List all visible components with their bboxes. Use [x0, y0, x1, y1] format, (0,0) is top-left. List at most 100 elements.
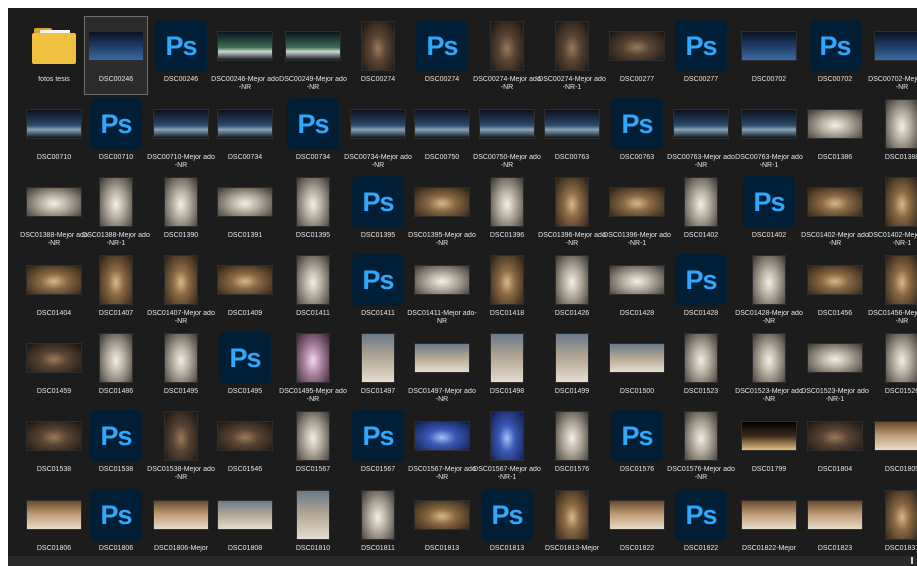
- photo-file-5-10[interactable]: DSC01576-Mejor ado-NR: [667, 406, 735, 485]
- photo-file-3-13[interactable]: DSC01456-Mejor ado-NR: [868, 250, 917, 329]
- photo-file-6-9[interactable]: DSC01822: [605, 485, 669, 564]
- photo-file-4-4[interactable]: DSC01495-Mejor ado-NR: [279, 328, 347, 407]
- photo-file-1-11[interactable]: DSC00763-Mejor ado-NR-1: [735, 94, 803, 173]
- photo-file-0-5[interactable]: DSC00274: [346, 16, 410, 95]
- psd-file-3-10[interactable]: Ps DSC01428: [669, 250, 733, 329]
- psd-file-5-5[interactable]: Ps DSC01567: [346, 406, 410, 485]
- photo-file-4-11[interactable]: DSC01523-Mejor ado-NR: [735, 328, 803, 407]
- psd-file-0-2[interactable]: Ps DSC00246: [149, 16, 213, 95]
- photo-file-4-13[interactable]: DSC01526: [870, 328, 917, 407]
- photo-file-6-12[interactable]: DSC01823: [803, 485, 867, 564]
- psd-file-2-5[interactable]: Ps DSC01395: [346, 172, 410, 251]
- photo-file-6-5[interactable]: DSC01811: [346, 485, 410, 564]
- photo-file-4-7[interactable]: DSC01498: [475, 328, 539, 407]
- photo-file-3-12[interactable]: DSC01456: [803, 250, 867, 329]
- photo-file-2-13[interactable]: DSC01402-Mejor ado-NR-1: [868, 172, 917, 251]
- psd-file-5-9[interactable]: Ps DSC01576: [605, 406, 669, 485]
- psd-file-3-5[interactable]: Ps DSC01411: [346, 250, 410, 329]
- photo-file-5-8[interactable]: DSC01576: [540, 406, 604, 485]
- photo-file-0-11[interactable]: DSC00702: [737, 16, 801, 95]
- photo-file-1-10[interactable]: DSC00763-Mejor ado-NR: [667, 94, 735, 173]
- photo-file-1-2[interactable]: DSC00710-Mejor ado-NR: [147, 94, 215, 173]
- photo-file-5-0[interactable]: DSC01538: [22, 406, 86, 485]
- psd-file-6-10[interactable]: Ps DSC01822: [669, 485, 733, 564]
- photo-file-6-3[interactable]: DSC01808: [213, 485, 277, 564]
- photo-file-2-10[interactable]: DSC01402: [669, 172, 733, 251]
- photo-file-5-6[interactable]: DSC01567-Mejor ado-NR: [408, 406, 476, 485]
- photo-file-5-4[interactable]: DSC01567: [281, 406, 345, 485]
- psd-file-0-6[interactable]: Ps DSC00274: [410, 16, 474, 95]
- psd-file-6-1[interactable]: Ps DSC01806: [84, 485, 148, 564]
- photo-file-2-4[interactable]: DSC01395: [281, 172, 345, 251]
- photo-file-3-7[interactable]: DSC01418: [475, 250, 539, 329]
- psd-file-2-11[interactable]: Ps DSC01402: [737, 172, 801, 251]
- photo-file-5-2[interactable]: DSC01538-Mejor ado-NR: [147, 406, 215, 485]
- photo-file-0-13[interactable]: DSC00702-Mejor ado-NR: [868, 16, 917, 95]
- psd-file-1-1[interactable]: Ps DSC00710: [84, 94, 148, 173]
- photo-file-4-0[interactable]: DSC01459: [22, 328, 86, 407]
- photo-file-5-13[interactable]: DSC01805: [870, 406, 917, 485]
- photo-file-3-4[interactable]: DSC01411: [281, 250, 345, 329]
- photo-file-6-11[interactable]: DSC01822-Mejor: [737, 485, 801, 564]
- photo-file-3-1[interactable]: DSC01407: [84, 250, 148, 329]
- photo-file-2-0[interactable]: DSC01388-Mejor ado-NR: [20, 172, 88, 251]
- photo-file-2-9[interactable]: DSC01396-Mejor ado-NR-1: [603, 172, 671, 251]
- photo-file-2-8[interactable]: DSC01396-Mejor ado-NR: [538, 172, 606, 251]
- psd-file-1-9[interactable]: Ps DSC00763: [605, 94, 669, 173]
- photo-file-0-8[interactable]: DSC00274-Mejor ado-NR-1: [538, 16, 606, 95]
- psd-file-0-10[interactable]: Ps DSC00277: [669, 16, 733, 95]
- photo-file-0-4[interactable]: DSC00249-Mejor ado-NR: [279, 16, 347, 95]
- photo-file-4-10[interactable]: DSC01523: [669, 328, 733, 407]
- photo-file-4-8[interactable]: DSC01499: [540, 328, 604, 407]
- psd-file-5-1[interactable]: Ps DSC01538: [84, 406, 148, 485]
- photo-file-1-13[interactable]: DSC01388: [870, 94, 917, 173]
- photo-file-1-8[interactable]: DSC00763: [540, 94, 604, 173]
- photo-file-5-11[interactable]: DSC01799: [737, 406, 801, 485]
- photo-file-6-0[interactable]: DSC01806: [22, 485, 86, 564]
- photo-file-4-2[interactable]: DSC01495: [149, 328, 213, 407]
- photo-file-2-3[interactable]: DSC01391: [213, 172, 277, 251]
- photo-file-4-12[interactable]: DSC01523-Mejor ado-NR-1: [801, 328, 869, 407]
- photo-file-6-6[interactable]: DSC01813: [410, 485, 474, 564]
- photo-file-3-0[interactable]: DSC01404: [22, 250, 86, 329]
- photo-file-1-6[interactable]: DSC00750: [410, 94, 474, 173]
- photo-file-6-13[interactable]: DSC01831: [870, 485, 917, 564]
- photo-file-4-6[interactable]: DSC01497-Mejor ado-NR: [408, 328, 476, 407]
- photo-file-0-3[interactable]: DSC00246-Mejor ado-NR: [211, 16, 279, 95]
- photo-file-3-9[interactable]: DSC01428: [605, 250, 669, 329]
- photo-file-6-2[interactable]: DSC01806-Mejor: [149, 485, 213, 564]
- psd-file-6-7[interactable]: Ps DSC01813: [475, 485, 539, 564]
- photo-file-1-12[interactable]: DSC01386: [803, 94, 867, 173]
- photo-file-3-6[interactable]: DSC01411-Mejor ado-NR: [407, 250, 477, 329]
- photo-file-2-6[interactable]: DSC01395-Mejor ado-NR: [408, 172, 476, 251]
- photo-file-3-11[interactable]: DSC01428-Mejor ado-NR: [735, 250, 803, 329]
- photo-file-3-8[interactable]: DSC01426: [540, 250, 604, 329]
- photo-file-3-3[interactable]: DSC01409: [213, 250, 277, 329]
- photo-file-0-7[interactable]: DSC00274-Mejor ado-NR: [473, 16, 541, 95]
- psd-file-1-4[interactable]: Ps DSC00734: [281, 94, 345, 173]
- photo-file-2-1[interactable]: DSC01388-Mejor ado-NR-1: [82, 172, 150, 251]
- photo-file-1-3[interactable]: DSC00734: [213, 94, 277, 173]
- photo-file-3-2[interactable]: DSC01407-Mejor ado-NR: [147, 250, 215, 329]
- photo-file-1-5[interactable]: DSC00734-Mejor ado-NR: [344, 94, 412, 173]
- photo-file-2-2[interactable]: DSC01390: [149, 172, 213, 251]
- psd-file-4-3[interactable]: Ps DSC01495: [213, 328, 277, 407]
- photo-file-6-8[interactable]: DSC01813-Mejor: [540, 485, 604, 564]
- photo-file-6-4[interactable]: DSC01810: [281, 485, 345, 564]
- photo-file-2-7[interactable]: DSC01396: [475, 172, 539, 251]
- photo-file-0-9[interactable]: DSC00277: [605, 16, 669, 95]
- photo-file-1-0[interactable]: DSC00710: [22, 94, 86, 173]
- photo-file-4-5[interactable]: DSC01497: [346, 328, 410, 407]
- photo-file-5-3[interactable]: DSC01546: [213, 406, 277, 485]
- psd-file-0-12[interactable]: Ps DSC00702: [803, 16, 867, 95]
- scrollbar-thumb[interactable]: [911, 557, 913, 564]
- photo-file-4-1[interactable]: DSC01486: [84, 328, 148, 407]
- photo-file-5-12[interactable]: DSC01804: [803, 406, 867, 485]
- photo-file-4-9[interactable]: DSC01500: [605, 328, 669, 407]
- photo-file-2-12[interactable]: DSC01402-Mejor ado-NR: [801, 172, 869, 251]
- photo-file-1-7[interactable]: DSC00750-Mejor ado-NR: [473, 94, 541, 173]
- folder-item-0-0[interactable]: fotos tesis: [22, 16, 86, 95]
- file-name-label: DSC01546: [227, 466, 263, 473]
- photo-file-5-7[interactable]: DSC01567-Mejor ado-NR-1: [473, 406, 541, 485]
- photo-file-0-1[interactable]: DSC00246: [84, 16, 148, 95]
